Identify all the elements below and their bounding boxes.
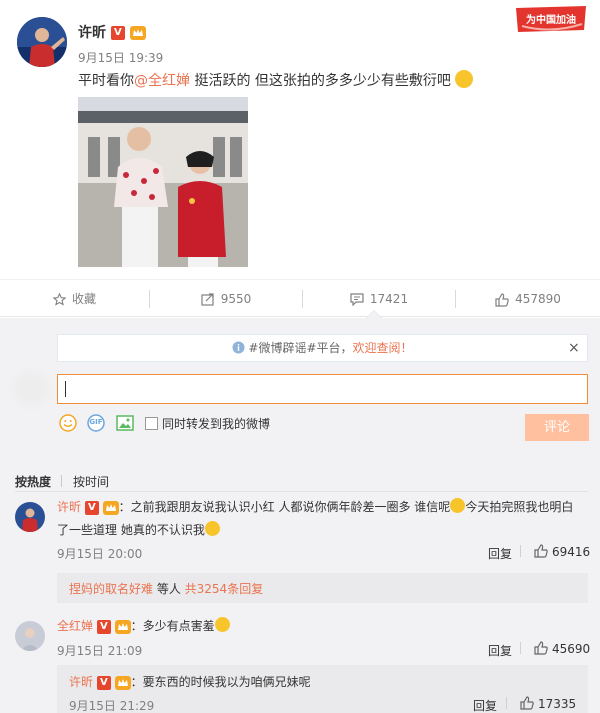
repost-icon bbox=[201, 293, 214, 306]
author-name-text[interactable]: 许昕 bbox=[78, 25, 106, 41]
post-timestamp[interactable]: 9月15日 19:39 bbox=[78, 49, 163, 66]
comment-body: 全红婵 V ：多少有点害羞 bbox=[57, 616, 230, 636]
post-content: 平时看你@全红婵 挺活跃的 但这张拍的多多少少有些敷衍吧 bbox=[78, 70, 474, 90]
comment-count: 17421 bbox=[369, 292, 409, 306]
forward-label[interactable]: 同时转发到我的微博 bbox=[162, 415, 270, 432]
notice-text: #微博辟谣#平台， bbox=[248, 341, 353, 355]
emoji-icon[interactable] bbox=[59, 414, 77, 435]
comment-like-count: 69416 bbox=[552, 545, 591, 559]
submit-comment-button[interactable]: 评论 bbox=[525, 414, 589, 441]
comment-like-button[interactable]: 69416 bbox=[534, 544, 590, 559]
post-text-prefix: 平时看你 bbox=[78, 73, 134, 89]
post-author-name[interactable]: 许昕 V bbox=[78, 22, 146, 42]
text-caret bbox=[65, 381, 66, 397]
comment-icon bbox=[350, 293, 364, 306]
comment-author[interactable]: 全红婵 bbox=[57, 619, 93, 633]
sub-reply-user[interactable]: 捏妈的取名好难 bbox=[69, 582, 153, 596]
comment-input[interactable] bbox=[57, 374, 588, 404]
comment-body-line2: 了一些道理 她真的不认识我 bbox=[57, 520, 220, 540]
sort-divider bbox=[61, 475, 62, 487]
comment-like-count: 45690 bbox=[552, 642, 591, 656]
verified-badge-icon: V bbox=[110, 26, 125, 40]
comment-avatar[interactable] bbox=[15, 621, 45, 651]
notice-link[interactable]: 欢迎查阅！ bbox=[353, 341, 413, 355]
laugh-sweat-emoji-icon bbox=[204, 521, 220, 536]
comments-divider bbox=[15, 491, 588, 492]
sub-reply-like-button[interactable]: 17335 bbox=[520, 696, 576, 711]
reply-like-divider bbox=[506, 697, 507, 709]
sub-reply-body: 许昕 V ：要东西的时候我以为咱俩兄妹呢 bbox=[69, 672, 311, 692]
sub-reply-middle: 等人 bbox=[153, 582, 185, 596]
info-icon bbox=[232, 341, 245, 354]
badge-text: 为中国加油 bbox=[526, 15, 576, 26]
sub-reply-button[interactable]: 回复 bbox=[473, 697, 497, 713]
reply-like-divider bbox=[520, 545, 521, 557]
gif-label: GIF bbox=[89, 418, 103, 426]
gif-icon[interactable]: GIF bbox=[87, 414, 105, 435]
comment-avatar[interactable] bbox=[15, 502, 45, 532]
vip-crown-icon bbox=[114, 619, 131, 634]
thumbs-up-icon bbox=[495, 292, 509, 307]
reply-button[interactable]: 回复 bbox=[488, 545, 512, 562]
close-icon[interactable]: × bbox=[568, 340, 580, 356]
cheer-china-badge: 为中国加油 bbox=[514, 4, 588, 34]
sort-by-hot-tab[interactable]: 按热度 bbox=[15, 473, 51, 490]
thumbs-up-icon bbox=[534, 544, 548, 558]
laugh-sweat-emoji-icon bbox=[450, 498, 466, 513]
vip-crown-icon bbox=[102, 500, 119, 515]
more-replies-link[interactable]: 共3254条回复 bbox=[185, 582, 264, 596]
shy-emoji-icon bbox=[214, 617, 230, 632]
sub-reply-author[interactable]: 许昕 bbox=[69, 675, 93, 689]
comment-body: 许昕 V ：之前我跟朋友说我认识小红 人都说你俩年龄差一圈多 谁信呢 今天拍完照我… bbox=[57, 497, 591, 517]
vip-crown-icon bbox=[129, 26, 146, 40]
sub-reply-time: 9月15日 21:29 bbox=[69, 699, 155, 713]
repost-button[interactable]: 9550 bbox=[150, 280, 302, 318]
reply-button[interactable]: 回复 bbox=[488, 642, 512, 659]
repost-count: 9550 bbox=[220, 292, 252, 306]
comment-text: 了一些道理 她真的不认识我 bbox=[57, 523, 205, 537]
user-avatar bbox=[8, 366, 54, 412]
reply-like-divider bbox=[520, 642, 521, 654]
favorite-label: 收藏 bbox=[71, 292, 96, 306]
post-text-suffix: 挺活跃的 但这张拍的多多少少有些敷衍吧 bbox=[190, 73, 451, 89]
author-avatar[interactable] bbox=[17, 17, 67, 67]
post-photo[interactable] bbox=[78, 97, 248, 267]
smile-emoji-icon bbox=[455, 70, 474, 88]
verified-badge-icon: V bbox=[96, 675, 111, 690]
sub-reply-like-count: 17335 bbox=[538, 697, 577, 711]
active-tab-arrow-inner bbox=[367, 311, 381, 318]
mention-link[interactable]: @全红婵 bbox=[134, 73, 190, 89]
comment-time: 9月15日 21:09 bbox=[57, 644, 143, 658]
comment-time: 9月15日 20:00 bbox=[57, 547, 143, 561]
verified-badge-icon: V bbox=[96, 619, 111, 634]
comment-like-button[interactable]: 45690 bbox=[534, 641, 590, 656]
like-count: 457890 bbox=[515, 292, 561, 306]
post-action-bar: 收藏 9550 17421 457890 bbox=[0, 279, 600, 317]
image-icon[interactable] bbox=[116, 414, 134, 435]
sub-replies-summary-text: 捏妈的取名好难 等人 共3254条回复 bbox=[69, 580, 263, 597]
comment-author[interactable]: 许昕 bbox=[57, 500, 81, 514]
rumor-notice-bar: #微博辟谣#平台，欢迎查阅！ bbox=[57, 334, 588, 362]
star-icon bbox=[52, 293, 66, 306]
like-button[interactable]: 457890 bbox=[456, 280, 600, 318]
thumbs-up-icon bbox=[520, 696, 534, 710]
forward-checkbox[interactable] bbox=[145, 417, 158, 430]
comment-text: 今天拍完照我也明白 bbox=[465, 500, 574, 514]
vip-crown-icon bbox=[114, 675, 131, 690]
verified-badge-icon: V bbox=[84, 500, 99, 515]
favorite-button[interactable]: 收藏 bbox=[0, 280, 149, 318]
thumbs-up-icon bbox=[534, 641, 548, 655]
comment-text: ：多少有点害羞 bbox=[130, 619, 215, 633]
sort-by-time-tab[interactable]: 按时间 bbox=[73, 473, 109, 490]
sub-reply-text: ：要东西的时候我以为咱俩兄妹呢 bbox=[130, 675, 311, 689]
comment-text: ：之前我跟朋友说我认识小红 人都说你俩年龄差一圈多 谁信呢 bbox=[118, 500, 451, 514]
